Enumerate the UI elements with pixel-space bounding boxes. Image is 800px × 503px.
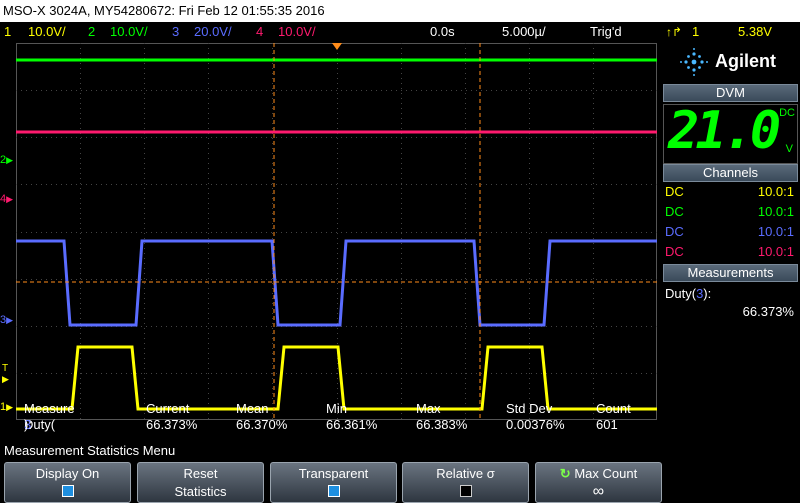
dvm-header: DVM xyxy=(663,84,798,102)
ch2-scale[interactable]: 10.0V/ xyxy=(110,22,148,42)
stats-header-max: Max xyxy=(416,401,441,416)
reset-label-line1: Reset xyxy=(183,466,218,481)
ch1-number[interactable]: 1 xyxy=(4,22,11,42)
max-count-value: ∞ xyxy=(592,483,605,500)
trigger-position-marker xyxy=(332,43,342,50)
dvm-mode: DC xyxy=(779,107,795,119)
stats-header-mean: Mean xyxy=(236,401,269,416)
status-bar: 1 10.0V/ 2 10.0V/ 3 20.0V/ 4 10.0V/ 0.0s… xyxy=(0,22,800,42)
window-title: MSO-X 3024A, MY54280672: Fri Feb 12 01:5… xyxy=(0,0,800,22)
trigger-level-marker[interactable]: T ▶ xyxy=(2,364,9,385)
relative-sigma-softkey[interactable]: Relative σ xyxy=(402,462,529,503)
stats-header-count: Count xyxy=(596,401,631,416)
trigger-slope-icon: ↑↱ xyxy=(666,25,683,39)
display-on-label: Display On xyxy=(35,466,100,481)
delay-value[interactable]: 0.0s xyxy=(430,22,455,42)
ch4-number[interactable]: 4 xyxy=(256,22,263,42)
agilent-logo: Agilent xyxy=(661,42,800,82)
stats-stddev: 0.00376% xyxy=(506,417,565,432)
channel-3-row[interactable]: DC 10.0:1 xyxy=(663,222,798,242)
max-count-softkey[interactable]: ↻ Max Count ∞ xyxy=(535,462,662,503)
rotate-knob-icon: ↻ xyxy=(559,466,571,481)
measurement-entry[interactable]: Duty(3): 66.373% xyxy=(663,284,798,324)
stats-header-stddev: Std Dev xyxy=(506,401,553,416)
ch4-ground-marker[interactable]: 4▶ xyxy=(0,193,13,205)
stats-header-min: Min xyxy=(326,401,347,416)
stats-header-measure: Measure xyxy=(24,401,75,416)
dvm-value: 21.0 xyxy=(668,101,781,161)
reset-statistics-softkey[interactable]: Reset Statistics xyxy=(137,462,264,503)
ch1-scale[interactable]: 10.0V/ xyxy=(28,22,66,42)
ch1-ground-marker[interactable]: 1▶ xyxy=(0,401,13,413)
relative-sigma-checkbox[interactable] xyxy=(459,485,472,497)
stats-header-current: Current xyxy=(146,401,190,416)
ch1-trace xyxy=(16,345,657,411)
waveform-display[interactable]: Measure Current Mean Min Max Std Dev Cou… xyxy=(16,43,657,432)
stats-count: 601 xyxy=(596,417,618,432)
transparent-label: Transparent xyxy=(298,466,369,481)
menu-title: Measurement Statistics Menu xyxy=(4,443,176,458)
measurement-value: 66.373% xyxy=(742,304,794,319)
right-panel: Agilent DVM 21.0 DC V Channels DC 10.0:1 … xyxy=(661,42,800,440)
ch4-scale[interactable]: 10.0V/ xyxy=(278,22,316,42)
reset-label-line2: Statistics xyxy=(174,484,227,499)
graticule xyxy=(16,43,657,420)
channel-2-row[interactable]: DC 10.0:1 xyxy=(663,202,798,222)
ch2-number[interactable]: 2 xyxy=(88,22,95,42)
dvm-unit: V xyxy=(785,143,793,155)
brand-name: Agilent xyxy=(715,51,776,71)
ch3-ground-marker[interactable]: 3▶ xyxy=(0,314,13,326)
trigger-source[interactable]: 1 xyxy=(692,22,699,42)
measurement-label: Duty(3): xyxy=(665,286,712,301)
stats-current: 66.373% xyxy=(146,417,198,432)
stats-min: 66.361% xyxy=(326,417,378,432)
channel-1-row[interactable]: DC 10.0:1 xyxy=(663,182,798,202)
ch2-ground-marker[interactable]: 2▶ xyxy=(0,154,13,166)
ch3-scale[interactable]: 20.0V/ xyxy=(194,22,232,42)
stats-mean: 66.370% xyxy=(236,417,288,432)
transparent-checkbox[interactable] xyxy=(327,485,340,497)
dvm-readout: 21.0 DC V xyxy=(663,101,798,164)
max-count-label: Max Count xyxy=(574,466,638,481)
agilent-spark-icon xyxy=(680,48,708,76)
timebase-value[interactable]: 5.000µ/ xyxy=(502,22,546,42)
measurements-header: Measurements xyxy=(663,264,798,282)
stats-max: 66.383% xyxy=(416,417,468,432)
channel-4-row[interactable]: DC 10.0:1 xyxy=(663,242,798,262)
display-on-checkbox[interactable] xyxy=(61,485,74,497)
display-on-softkey[interactable]: Display On xyxy=(4,462,131,503)
trigger-state: Trig'd xyxy=(590,24,622,39)
channels-header: Channels xyxy=(663,164,798,182)
transparent-softkey[interactable]: Transparent xyxy=(270,462,397,503)
ch3-number[interactable]: 3 xyxy=(172,22,179,42)
trigger-level[interactable]: 5.38V xyxy=(738,22,772,42)
ch3-trace xyxy=(16,239,657,327)
softkey-menu: Measurement Statistics Menu Display On R… xyxy=(0,441,800,503)
relative-sigma-label: Relative σ xyxy=(436,466,495,481)
